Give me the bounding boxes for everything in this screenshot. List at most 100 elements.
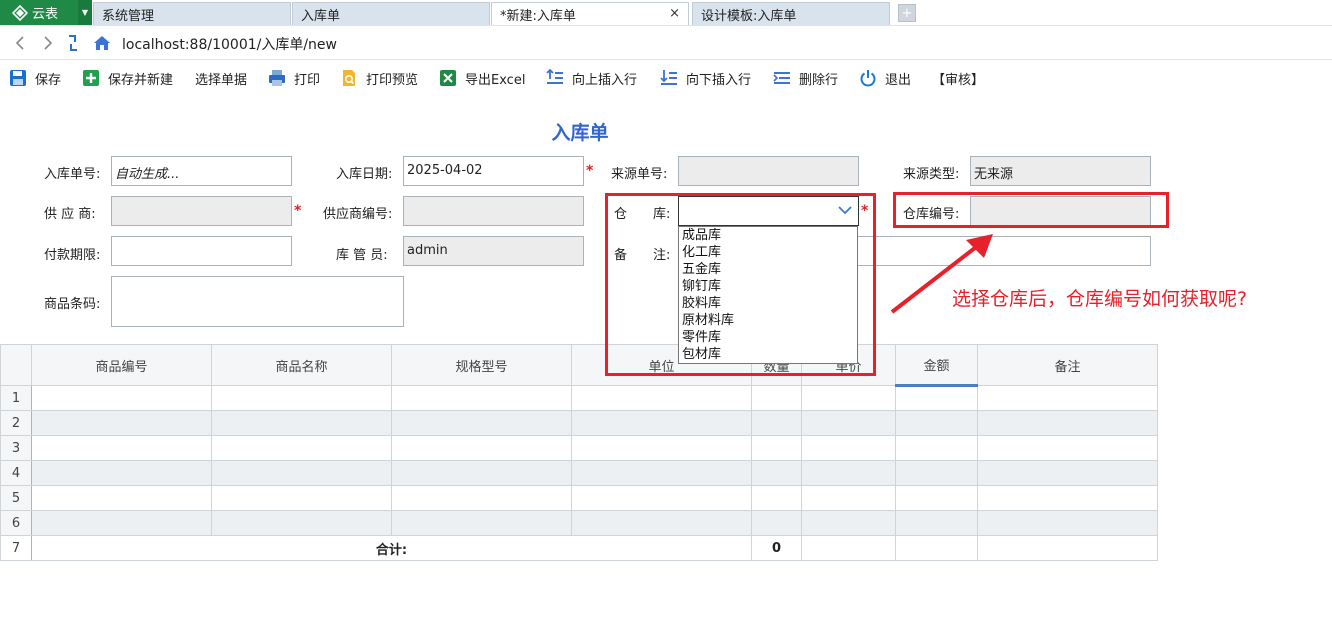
home-icon[interactable]: [92, 33, 112, 53]
table-cell[interactable]: [31, 460, 212, 486]
col-header-amount[interactable]: 金额: [895, 344, 978, 387]
approve-button[interactable]: 【审核】: [932, 68, 984, 88]
table-cell[interactable]: [801, 410, 896, 436]
col-header-product-no[interactable]: 商品编号: [31, 344, 212, 386]
table-cell[interactable]: [31, 410, 212, 436]
excel-icon: [440, 70, 456, 86]
table-row: 1: [0, 385, 1158, 411]
table-cell[interactable]: [31, 510, 212, 536]
back-icon[interactable]: [10, 33, 30, 53]
table-cell[interactable]: [211, 385, 392, 411]
table-cell: [801, 535, 896, 561]
table-cell[interactable]: [751, 435, 802, 461]
keeper-field[interactable]: admin: [403, 236, 584, 266]
save-and-new-label: 保存并新建: [108, 72, 174, 88]
payment-term-field[interactable]: [111, 236, 292, 266]
table-cell[interactable]: [895, 460, 978, 486]
table-cell[interactable]: [571, 510, 752, 536]
exit-button[interactable]: 退出: [859, 68, 911, 88]
table-cell[interactable]: [977, 460, 1158, 486]
table-cell[interactable]: [31, 385, 212, 411]
table-cell[interactable]: [895, 410, 978, 436]
select-document-label: 选择单据: [195, 72, 248, 88]
table-cell[interactable]: [895, 485, 978, 511]
close-icon[interactable]: ×: [669, 6, 680, 21]
table-cell[interactable]: [31, 435, 212, 461]
corner-cell: [0, 344, 32, 386]
table-cell[interactable]: [391, 410, 572, 436]
insert-row-below-button[interactable]: 向下插入行: [660, 68, 751, 88]
save-and-new-button[interactable]: 保存并新建: [82, 68, 173, 88]
table-cell[interactable]: [801, 385, 896, 411]
order-no-field[interactable]: 自动生成...: [111, 156, 292, 186]
url-input[interactable]: localhost:88/10001/入库单/new: [122, 34, 337, 54]
chevron-down-icon[interactable]: ▼: [78, 0, 92, 25]
print-button[interactable]: 打印: [268, 68, 320, 88]
table-cell[interactable]: [571, 410, 752, 436]
table-cell[interactable]: [211, 460, 392, 486]
date-field[interactable]: 2025-04-02: [403, 156, 584, 186]
table-cell[interactable]: [391, 385, 572, 411]
table-cell[interactable]: [977, 385, 1158, 411]
table-cell[interactable]: [801, 485, 896, 511]
table-cell[interactable]: [801, 435, 896, 461]
table-cell[interactable]: [977, 435, 1158, 461]
table-cell[interactable]: [751, 485, 802, 511]
table-cell[interactable]: [751, 460, 802, 486]
table-cell[interactable]: [391, 435, 572, 461]
print-preview-button[interactable]: 打印预览: [340, 68, 418, 88]
table-cell[interactable]: [977, 485, 1158, 511]
table-cell[interactable]: [571, 485, 752, 511]
table-cell[interactable]: [571, 435, 752, 461]
source-type-field[interactable]: 无来源: [970, 156, 1151, 186]
print-preview-label: 打印预览: [366, 72, 419, 88]
table-cell[interactable]: [211, 485, 392, 511]
table-cell[interactable]: [977, 510, 1158, 536]
table-cell[interactable]: [895, 385, 978, 411]
insert-row-above-button[interactable]: 向上插入行: [546, 68, 637, 88]
col-header-product-name[interactable]: 商品名称: [211, 344, 392, 386]
table-cell[interactable]: [571, 460, 752, 486]
table-cell[interactable]: [571, 385, 752, 411]
table-cell[interactable]: [391, 485, 572, 511]
barcode-field[interactable]: [111, 276, 404, 327]
detail-grid: 商品编号 商品名称 规格型号 单位 数量 单价 金额 备注 1 2 3 4 5: [0, 344, 1158, 561]
select-document-button[interactable]: 选择单据: [195, 68, 247, 88]
table-cell[interactable]: [751, 410, 802, 436]
col-header-spec[interactable]: 规格型号: [391, 344, 572, 386]
table-cell[interactable]: [895, 435, 978, 461]
delete-row-button[interactable]: 删除行: [773, 68, 838, 88]
export-excel-button[interactable]: 导出Excel: [439, 68, 525, 88]
supplier-no-field[interactable]: [403, 196, 584, 226]
table-cell: [977, 535, 1158, 561]
table-cell[interactable]: [391, 510, 572, 536]
table-cell[interactable]: [895, 510, 978, 536]
save-new-icon: [83, 70, 99, 86]
table-cell[interactable]: [211, 410, 392, 436]
table-row: 3: [0, 435, 1158, 461]
tab-design-template[interactable]: 设计模板:入库单: [692, 2, 890, 25]
table-cell[interactable]: [211, 435, 392, 461]
app-menu-button[interactable]: 云表 ▼: [0, 0, 92, 25]
forward-icon[interactable]: [38, 33, 58, 53]
table-cell[interactable]: [391, 460, 572, 486]
export-excel-label: 导出Excel: [465, 72, 526, 88]
save-button[interactable]: 保存: [9, 68, 61, 88]
insert-row-above-icon: [546, 69, 563, 84]
table-cell[interactable]: [801, 460, 896, 486]
table-cell[interactable]: [211, 510, 392, 536]
tab-system-management[interactable]: 系统管理: [93, 2, 291, 25]
tab-new-inbound-order[interactable]: *新建:入库单 ×: [491, 2, 689, 25]
table-cell[interactable]: [751, 385, 802, 411]
table-cell[interactable]: [977, 410, 1158, 436]
add-tab-button[interactable]: +: [898, 4, 916, 22]
table-cell[interactable]: [31, 485, 212, 511]
refresh-icon[interactable]: [63, 33, 83, 53]
table-cell[interactable]: [801, 510, 896, 536]
source-no-field[interactable]: [678, 156, 859, 186]
table-cell[interactable]: [751, 510, 802, 536]
source-type-label: 来源类型:: [903, 167, 960, 182]
tab-inbound-order[interactable]: 入库单: [292, 2, 490, 25]
col-header-remark[interactable]: 备注: [977, 344, 1158, 386]
supplier-field[interactable]: [111, 196, 292, 226]
